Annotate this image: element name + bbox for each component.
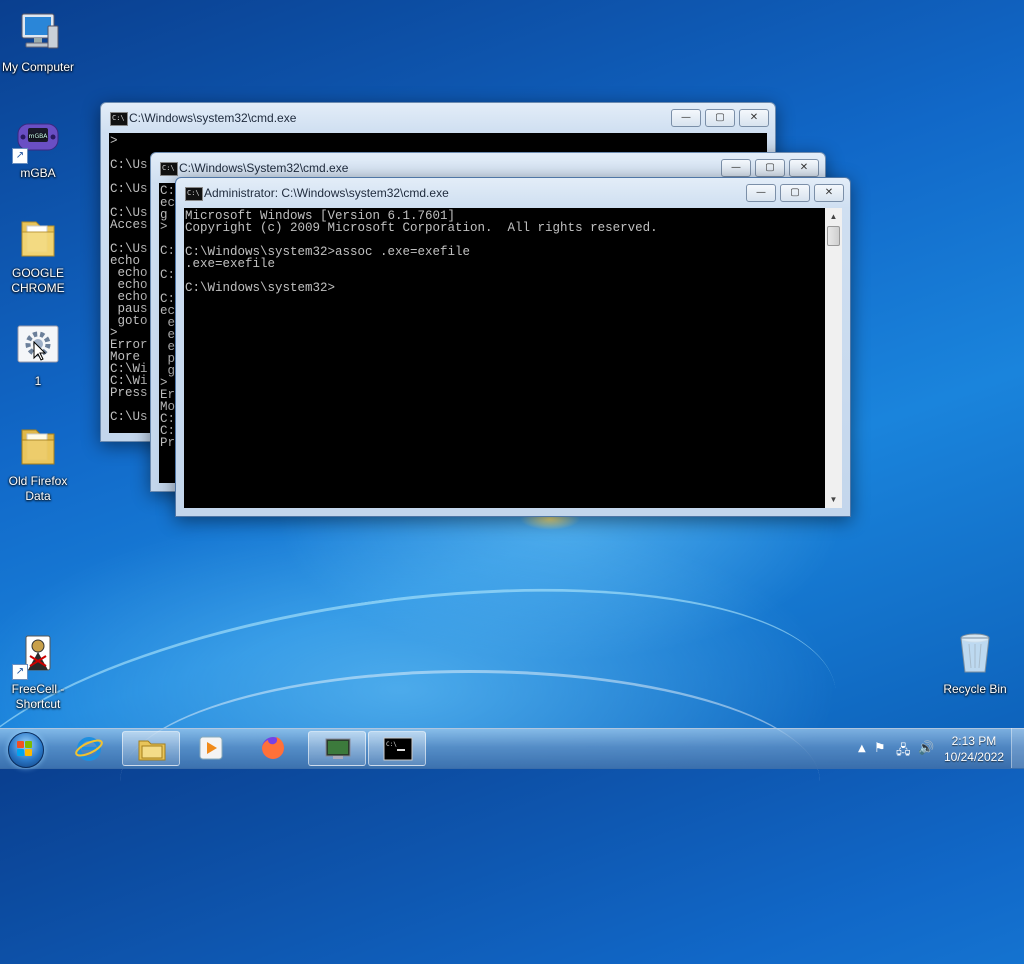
taskbar-remote-desktop[interactable] <box>308 731 366 766</box>
window-title: C:\Windows\System32\cmd.exe <box>179 161 349 175</box>
window-titlebar[interactable]: C:\ C:\Windows\system32\cmd.exe — ▢ ✕ <box>101 103 775 131</box>
desktop-icon-freecell-shortcut[interactable]: ↗ FreeCell - Shortcut <box>0 630 76 712</box>
show-desktop-button[interactable] <box>1011 728 1024 768</box>
file-explorer-icon <box>138 740 166 761</box>
maximize-button[interactable]: ▢ <box>780 184 810 202</box>
desktop-icon-label: mGBA <box>20 166 56 180</box>
taskbar-internet-explorer[interactable] <box>60 731 118 766</box>
start-button[interactable] <box>4 731 50 768</box>
svg-text:mGBA: mGBA <box>29 133 49 140</box>
computer-icon <box>14 8 62 56</box>
media-player-icon <box>199 736 223 760</box>
close-button[interactable]: ✕ <box>789 159 819 177</box>
maximize-button[interactable]: ▢ <box>705 109 735 127</box>
desktop-icon-label: GOOGLE CHROME <box>11 266 65 295</box>
cmd-icon: C:\ <box>160 162 178 176</box>
close-button[interactable]: ✕ <box>814 184 844 202</box>
svg-text:C:\: C:\ <box>386 741 397 748</box>
cmd-icon: C:\ <box>110 112 128 126</box>
taskbar-command-prompt[interactable]: C:\ <box>368 731 426 766</box>
folder-icon <box>14 422 62 470</box>
minimize-button[interactable]: — <box>746 184 776 202</box>
freecell-icon: ↗ <box>12 630 62 680</box>
folder-icon <box>14 214 62 262</box>
firefox-icon <box>262 737 284 759</box>
window-title: C:\Windows\system32\cmd.exe <box>129 111 297 125</box>
taskbar-file-explorer[interactable] <box>122 731 180 766</box>
remote-desktop-icon <box>325 738 351 759</box>
cmd-icon: C:\ <box>185 187 203 201</box>
window-title: Administrator: C:\Windows\system32\cmd.e… <box>204 186 449 200</box>
desktop-icon-label: FreeCell - Shortcut <box>11 682 65 711</box>
minimize-button[interactable]: — <box>721 159 751 177</box>
console-output[interactable]: Microsoft Windows [Version 6.1.7601] Cop… <box>184 208 842 508</box>
internet-explorer-icon <box>75 737 103 761</box>
desktop-icon-old-firefox-data[interactable]: Old Firefox Data <box>0 422 76 504</box>
desktop-icon-label: Recycle Bin <box>943 682 1007 696</box>
scroll-thumb[interactable] <box>827 226 840 246</box>
gear-icon <box>14 322 62 370</box>
desktop-icon-label: 1 <box>34 374 42 388</box>
desktop-icon-mgba[interactable]: mGBA ↗ mGBA <box>0 114 76 181</box>
scroll-down-icon[interactable]: ▼ <box>825 491 842 508</box>
minimize-button[interactable]: — <box>671 109 701 127</box>
windows-flag-icon <box>17 741 33 757</box>
window-titlebar[interactable]: C:\ Administrator: C:\Windows\system32\c… <box>176 178 850 206</box>
desktop-icon-my-computer[interactable]: My Computer <box>0 8 76 75</box>
taskbar-firefox[interactable] <box>244 731 302 766</box>
clock[interactable]: 2:13 PM 10/24/2022 <box>944 733 1004 765</box>
shortcut-arrow-icon: ↗ <box>12 148 28 164</box>
scroll-up-icon[interactable]: ▲ <box>825 208 842 225</box>
maximize-button[interactable]: ▢ <box>755 159 785 177</box>
desktop-icon-google-chrome-folder[interactable]: GOOGLE CHROME <box>0 214 76 296</box>
command-prompt-icon: C:\ <box>383 737 413 761</box>
desktop-icon-1[interactable]: 1 <box>0 322 76 389</box>
close-button[interactable]: ✕ <box>739 109 769 127</box>
desktop-icon-recycle-bin[interactable]: Recycle Bin <box>937 630 1013 697</box>
tray-overflow-icon[interactable]: ▲ <box>858 743 866 754</box>
vertical-scrollbar[interactable]: ▲ ▼ <box>825 208 842 508</box>
volume-icon[interactable]: 🔊 <box>918 741 934 756</box>
system-tray: ▲ ⚑ 🖧 🔊 2:13 PM 10/24/2022 <box>834 728 1024 768</box>
taskbar-media-player[interactable] <box>182 731 240 766</box>
shortcut-arrow-icon: ↗ <box>12 664 28 680</box>
desktop-icon-label: Old Firefox Data <box>8 474 68 503</box>
clock-time: 2:13 PM <box>951 734 997 748</box>
action-center-flag-icon[interactable]: ⚑ <box>874 741 886 756</box>
cmd-window-administrator[interactable]: C:\ Administrator: C:\Windows\system32\c… <box>175 177 851 517</box>
network-icon[interactable]: 🖧 <box>896 741 911 763</box>
clock-date: 10/24/2022 <box>943 750 1004 764</box>
desktop-icon-label: My Computer <box>1 60 75 74</box>
wallpaper-swoosh <box>120 670 820 893</box>
gameboy-icon: mGBA ↗ <box>12 114 62 164</box>
console-text: Microsoft Windows [Version 6.1.7601] Cop… <box>185 209 658 295</box>
recycle-bin-icon <box>951 630 999 678</box>
